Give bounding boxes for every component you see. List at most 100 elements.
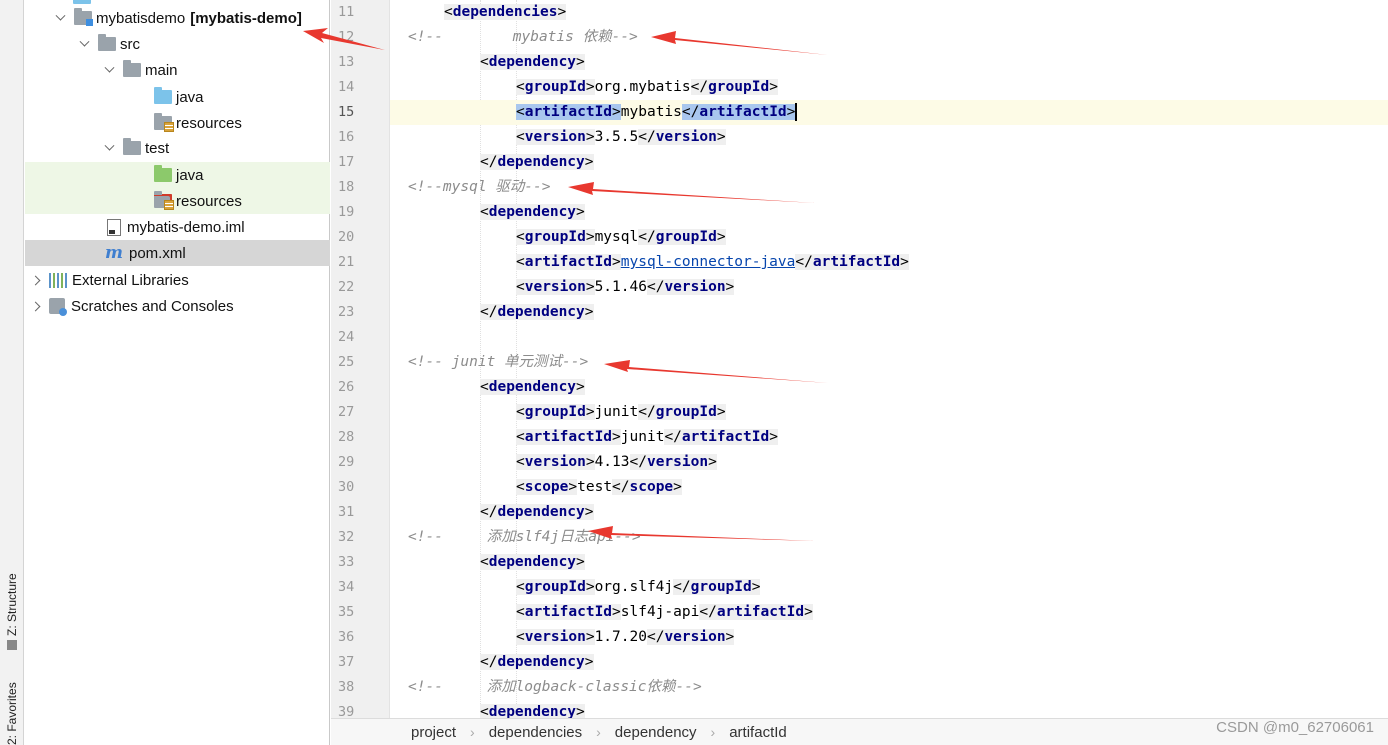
line-number: 16 [338, 129, 355, 145]
chevron-right-icon[interactable] [29, 300, 41, 312]
tree-item-test[interactable]: test [25, 135, 330, 161]
code-editor[interactable]: <dependencies> <!-- mybatis 依赖--> <depen… [390, 0, 1388, 720]
line-number: 14 [338, 79, 355, 95]
tree-item-label: java [176, 166, 204, 184]
project-tree: mybatisdemo [mybatis-demo] src main java… [25, 0, 330, 745]
tree-item-src[interactable]: src [25, 31, 330, 57]
line-number: 21 [338, 254, 355, 270]
tree-item-main[interactable]: main [25, 57, 330, 83]
structure-tab[interactable]: Z: Structure [2, 555, 22, 650]
line-number-current: 15 [338, 104, 355, 120]
tree-item-label: src [120, 35, 140, 53]
tree-item-iml[interactable]: mybatis-demo.iml [25, 214, 330, 240]
line-number: 24 [338, 329, 355, 345]
tree-item-external-libraries[interactable]: External Libraries [25, 267, 330, 293]
module-artifact: [mybatis-demo] [190, 9, 302, 27]
maven-icon: m [105, 242, 123, 263]
tool-window-strip: Z: Structure 2: Favorites [0, 0, 24, 745]
chevron-down-icon[interactable] [54, 12, 66, 24]
test-resources-folder-icon [154, 191, 174, 210]
tree-item-label: resources [176, 192, 242, 210]
folder-icon [123, 60, 141, 77]
tree-item-module[interactable]: mybatisdemo [mybatis-demo] [25, 5, 330, 31]
chevron-down-icon[interactable] [78, 38, 90, 50]
code-line: </dependency> [480, 654, 594, 670]
breadcrumb-item-artifactid[interactable]: artifactId [729, 724, 787, 741]
breadcrumb-item-dependencies[interactable]: dependencies [489, 724, 582, 741]
iml-file-icon [107, 218, 121, 236]
tree-item-scratches[interactable]: Scratches and Consoles [25, 293, 330, 319]
folder-icon [123, 138, 141, 155]
tree-item-pom[interactable]: m pom.xml [25, 240, 330, 266]
code-line: <dependencies> [444, 4, 567, 20]
line-number: 26 [338, 379, 355, 395]
code-line-current: <artifactId>mybatis</artifactId> [390, 100, 1388, 125]
text-caret [795, 103, 797, 121]
tree-item-label: Scratches and Consoles [71, 297, 234, 315]
line-number: 28 [338, 429, 355, 445]
structure-icon [7, 640, 17, 650]
breadcrumb-item-project[interactable]: project [411, 724, 456, 741]
tree-item-label: java [176, 88, 204, 106]
tree-item-main-java[interactable]: java [25, 84, 330, 110]
tree-item-label: main [145, 61, 178, 79]
code-line: <version>5.1.46</version> [516, 279, 735, 295]
favorites-tab-label: 2: Favorites [5, 682, 19, 745]
tree-item-main-resources[interactable]: resources [25, 110, 330, 136]
code-line: <scope>test</scope> [516, 479, 682, 495]
tree-item-label: resources [176, 114, 242, 132]
source-folder-icon [154, 87, 172, 104]
library-icon [49, 272, 67, 288]
code-line: <dependency> [480, 204, 585, 220]
code-line-comment: <!-- mybatis 依赖--> [408, 29, 638, 45]
module-name: mybatisdemo [96, 9, 186, 27]
chevron-right-icon[interactable] [29, 274, 41, 286]
structure-tab-label: Z: Structure [5, 573, 19, 636]
code-line: <groupId>junit</groupId> [516, 404, 726, 420]
line-number: 31 [338, 504, 355, 520]
test-folder-icon [154, 165, 172, 182]
module-folder-icon [74, 8, 93, 26]
code-line: <artifactId>mysql-connector-java</artifa… [516, 254, 909, 270]
code-line-comment: <!-- junit 单元测试--> [408, 354, 589, 370]
resources-folder-icon [154, 113, 174, 132]
line-number-gutter: 11 12 13 14 15 16 17 18 19 20 21 22 23 2… [331, 0, 404, 720]
line-number: 17 [338, 154, 355, 170]
line-number: 27 [338, 404, 355, 420]
tree-item-test-resources[interactable]: resources [25, 188, 330, 214]
line-number: 19 [338, 204, 355, 220]
chevron-right-icon: › [710, 724, 716, 740]
watermark: CSDN @m0_62706061 [1216, 719, 1374, 736]
code-line: <artifactId>junit</artifactId> [516, 429, 778, 445]
chevron-right-icon: › [596, 724, 601, 740]
tree-item-label: External Libraries [72, 271, 189, 289]
line-number: 30 [338, 479, 355, 495]
code-line: <version>1.7.20</version> [516, 629, 735, 645]
line-number: 25 [338, 354, 355, 370]
code-line-comment: <!-- 添加logback-classic依赖--> [408, 679, 702, 695]
code-line: </dependency> [480, 504, 594, 520]
favorites-tab[interactable]: 2: Favorites [2, 678, 22, 745]
code-line: <groupId>org.slf4j</groupId> [516, 579, 761, 595]
line-number: 38 [338, 679, 355, 695]
folder-icon [98, 34, 116, 51]
line-number: 29 [338, 454, 355, 470]
chevron-down-icon[interactable] [103, 142, 115, 154]
breadcrumb-item-dependency[interactable]: dependency [615, 724, 697, 741]
artifact-link[interactable]: mysql-connector-java [621, 254, 796, 270]
line-number: 36 [338, 629, 355, 645]
tree-item-label: mybatis-demo.iml [127, 218, 245, 236]
chevron-right-icon: › [470, 724, 475, 740]
code-line: <groupId>org.mybatis</groupId> [516, 79, 778, 95]
scratches-icon [49, 298, 67, 316]
line-number: 35 [338, 604, 355, 620]
chevron-down-icon[interactable] [103, 64, 115, 76]
code-line-comment: <!-- 添加slf4j日志api--> [408, 529, 641, 545]
code-line: <dependency> [480, 54, 585, 70]
code-line: <version>4.13</version> [516, 454, 717, 470]
line-number: 32 [338, 529, 355, 545]
line-number: 11 [338, 4, 355, 20]
tree-item-test-java[interactable]: java [25, 162, 330, 188]
code-line: </dependency> [480, 304, 594, 320]
folder-icon [73, 0, 91, 4]
